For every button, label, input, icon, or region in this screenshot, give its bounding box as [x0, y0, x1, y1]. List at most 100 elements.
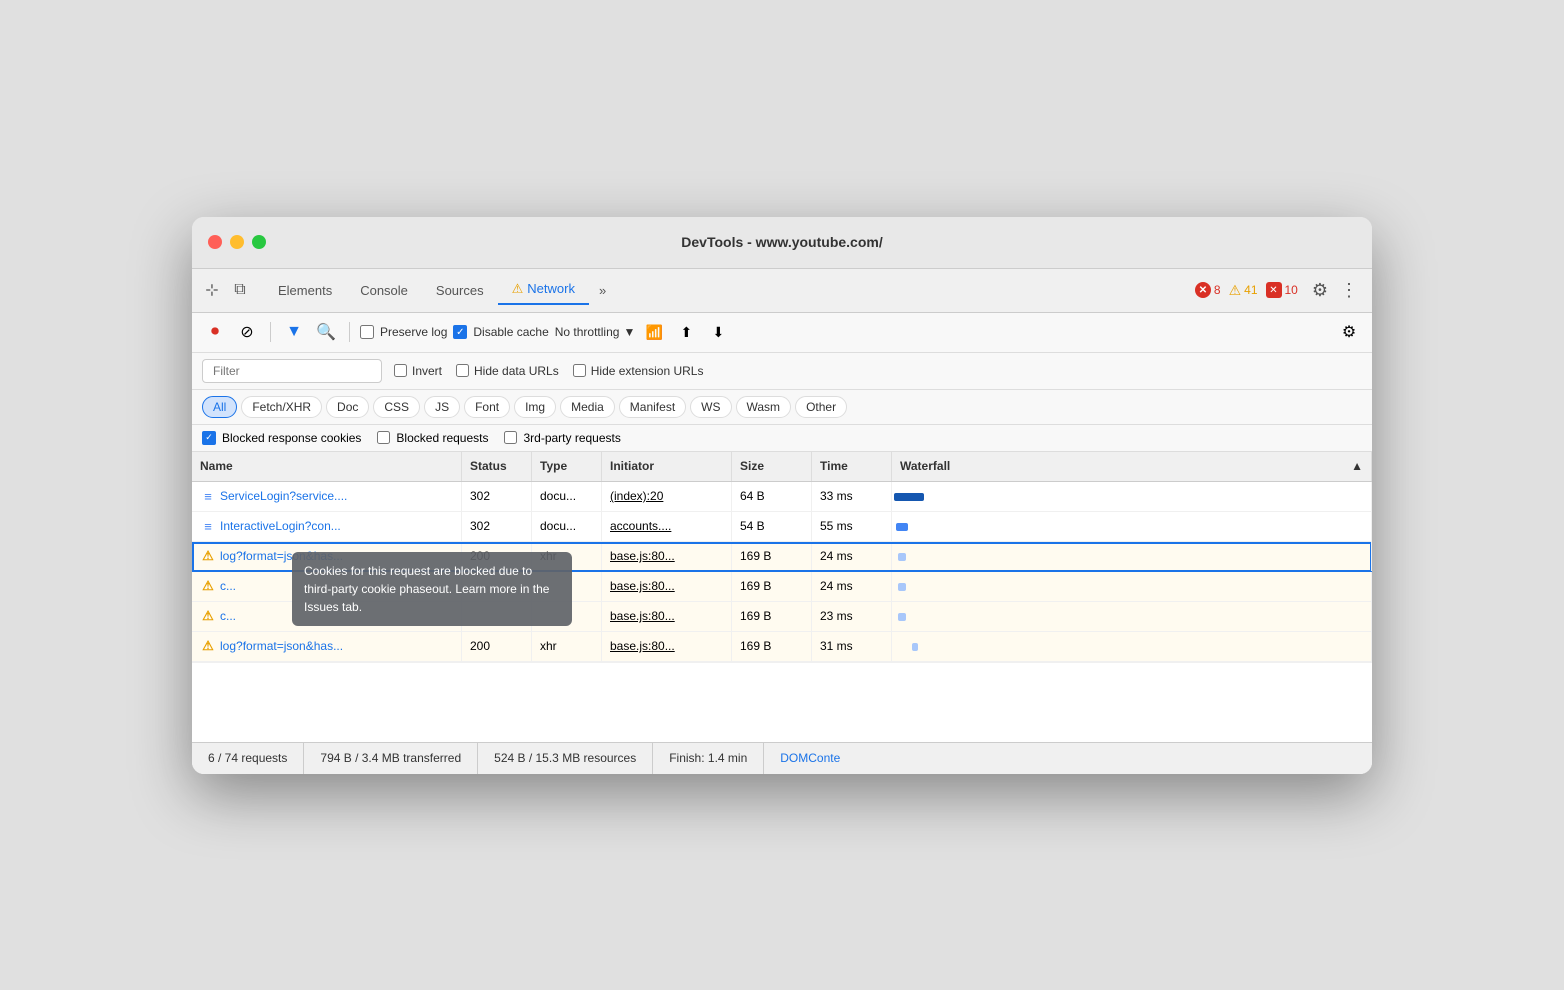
tab-console[interactable]: Console: [346, 277, 422, 304]
warning-icon: ⚠: [200, 578, 216, 594]
table-row[interactable]: ⚠ c... base.js:80... 169 B 24 ms: [192, 572, 1372, 602]
td-type-3: [532, 572, 602, 601]
maximize-button[interactable]: [252, 235, 266, 249]
type-btn-wasm[interactable]: Wasm: [736, 396, 792, 418]
hide-ext-urls-check[interactable]: Hide extension URLs: [573, 364, 704, 378]
td-type-0: docu...: [532, 482, 602, 511]
hide-data-urls-checkbox[interactable]: [456, 364, 469, 377]
err2-badge[interactable]: ✕ 10: [1266, 282, 1298, 298]
disable-cache-label[interactable]: ✓ Disable cache: [453, 325, 548, 339]
td-type-5: xhr: [532, 632, 602, 661]
blocked-requests-checkbox[interactable]: [377, 431, 390, 444]
table-row[interactable]: ⚠ log?format=json&has... 200 xhr base.js…: [192, 542, 1372, 572]
type-btn-media[interactable]: Media: [560, 396, 615, 418]
preserve-log-checkbox[interactable]: [360, 325, 374, 339]
td-time-1: 55 ms: [812, 512, 892, 541]
td-size-1: 54 B: [732, 512, 812, 541]
network-settings-icon[interactable]: ⚙: [1336, 319, 1362, 345]
filter-input[interactable]: [202, 359, 382, 383]
blocked-requests-check[interactable]: Blocked requests: [377, 431, 488, 445]
record-button[interactable]: ⏺: [202, 319, 228, 345]
error-badge[interactable]: ✕ 8: [1195, 282, 1221, 298]
type-btn-ws[interactable]: WS: [690, 396, 731, 418]
td-initiator-3: base.js:80...: [602, 572, 732, 601]
td-size-5: 169 B: [732, 632, 812, 661]
hide-data-urls-check[interactable]: Hide data URLs: [456, 364, 559, 378]
traffic-lights: [208, 235, 266, 249]
td-type-2: xhr: [532, 542, 602, 571]
type-btn-fetch-xhr[interactable]: Fetch/XHR: [241, 396, 322, 418]
td-name-1: ≡ InteractiveLogin?con...: [192, 512, 462, 541]
requests-table: Name Status Type Initiator Size Time Wat…: [192, 452, 1372, 662]
error-x-icon: ✕: [1195, 282, 1211, 298]
table-row[interactable]: ⚠ log?format=json&has... 200 xhr base.js…: [192, 632, 1372, 662]
third-party-checkbox[interactable]: [504, 431, 517, 444]
titlebar: DevTools - www.youtube.com/: [192, 217, 1372, 269]
filter-button[interactable]: ▼: [281, 319, 307, 345]
tab-more-button[interactable]: »: [589, 277, 616, 304]
type-btn-manifest[interactable]: Manifest: [619, 396, 686, 418]
tab-elements[interactable]: Elements: [264, 277, 346, 304]
td-name-0: ≡ ServiceLogin?service....: [192, 482, 462, 511]
type-btn-js[interactable]: JS: [424, 396, 460, 418]
settings-icon[interactable]: ⚙: [1306, 276, 1334, 305]
type-btn-img[interactable]: Img: [514, 396, 556, 418]
td-status-0: 302: [462, 482, 532, 511]
table-header: Name Status Type Initiator Size Time Wat…: [192, 452, 1372, 482]
th-name[interactable]: Name: [192, 452, 462, 481]
throttle-select[interactable]: No throttling ▼: [555, 325, 636, 339]
type-btn-doc[interactable]: Doc: [326, 396, 369, 418]
table-row[interactable]: ≡ ServiceLogin?service.... 302 docu... (…: [192, 482, 1372, 512]
th-initiator[interactable]: Initiator: [602, 452, 732, 481]
invert-check[interactable]: Invert: [394, 364, 442, 378]
status-bar: 6 / 74 requests 794 B / 3.4 MB transferr…: [192, 742, 1372, 774]
th-status[interactable]: Status: [462, 452, 532, 481]
device-icon[interactable]: ⧉: [228, 278, 252, 302]
td-initiator-0: (index):20: [602, 482, 732, 511]
td-name-3: ⚠ c...: [192, 572, 462, 601]
badge-group: ✕ 8 ⚠ 41 ✕ 10: [1195, 282, 1298, 299]
table-row[interactable]: ⚠ c... base.js:80... 169 B 23 ms: [192, 602, 1372, 632]
td-size-4: 169 B: [732, 602, 812, 631]
inspect-icon[interactable]: ⊹: [200, 278, 224, 302]
blocked-cookies-checkbox-icon[interactable]: ✓: [202, 431, 216, 445]
th-time[interactable]: Time: [812, 452, 892, 481]
more-options-icon[interactable]: ⋮: [1334, 276, 1364, 305]
td-initiator-1: accounts....: [602, 512, 732, 541]
td-size-2: 169 B: [732, 542, 812, 571]
tab-network[interactable]: ⚠Network: [498, 275, 589, 305]
type-btn-css[interactable]: CSS: [373, 396, 420, 418]
invert-checkbox[interactable]: [394, 364, 407, 377]
dom-content-loaded: DOMConte: [764, 751, 856, 765]
third-party-requests-check[interactable]: 3rd-party requests: [504, 431, 620, 445]
th-waterfall[interactable]: Waterfall ▲: [892, 452, 1372, 481]
close-button[interactable]: [208, 235, 222, 249]
preserve-log-label[interactable]: Preserve log: [360, 325, 447, 339]
table-empty-space: [192, 662, 1372, 742]
doc-icon: ≡: [200, 518, 216, 534]
table-row[interactable]: ≡ InteractiveLogin?con... 302 docu... ac…: [192, 512, 1372, 542]
tab-warning-icon: ⚠: [512, 281, 524, 296]
upload-icon[interactable]: ⬆: [673, 319, 699, 345]
transferred-size: 794 B / 3.4 MB transferred: [304, 743, 478, 774]
td-name-5: ⚠ log?format=json&has...: [192, 632, 462, 661]
wifi-icon[interactable]: 📶: [641, 319, 667, 345]
hide-ext-urls-checkbox[interactable]: [573, 364, 586, 377]
th-type[interactable]: Type: [532, 452, 602, 481]
td-initiator-5: base.js:80...: [602, 632, 732, 661]
tab-sources[interactable]: Sources: [422, 277, 498, 304]
requests-count: 6 / 74 requests: [192, 743, 304, 774]
warn-badge[interactable]: ⚠ 41: [1229, 282, 1258, 299]
tabs-bar: ⊹ ⧉ Elements Console Sources ⚠Network » …: [192, 269, 1372, 313]
search-button[interactable]: 🔍: [313, 319, 339, 345]
err2-icon: ✕: [1266, 282, 1282, 298]
download-icon[interactable]: ⬇: [705, 319, 731, 345]
minimize-button[interactable]: [230, 235, 244, 249]
clear-button[interactable]: ⊘: [234, 319, 260, 345]
blocked-response-cookies-check[interactable]: ✓ Blocked response cookies: [202, 431, 361, 445]
disable-cache-checkbox[interactable]: ✓: [453, 325, 467, 339]
type-btn-font[interactable]: Font: [464, 396, 510, 418]
th-size[interactable]: Size: [732, 452, 812, 481]
type-btn-all[interactable]: All: [202, 396, 237, 418]
type-btn-other[interactable]: Other: [795, 396, 847, 418]
